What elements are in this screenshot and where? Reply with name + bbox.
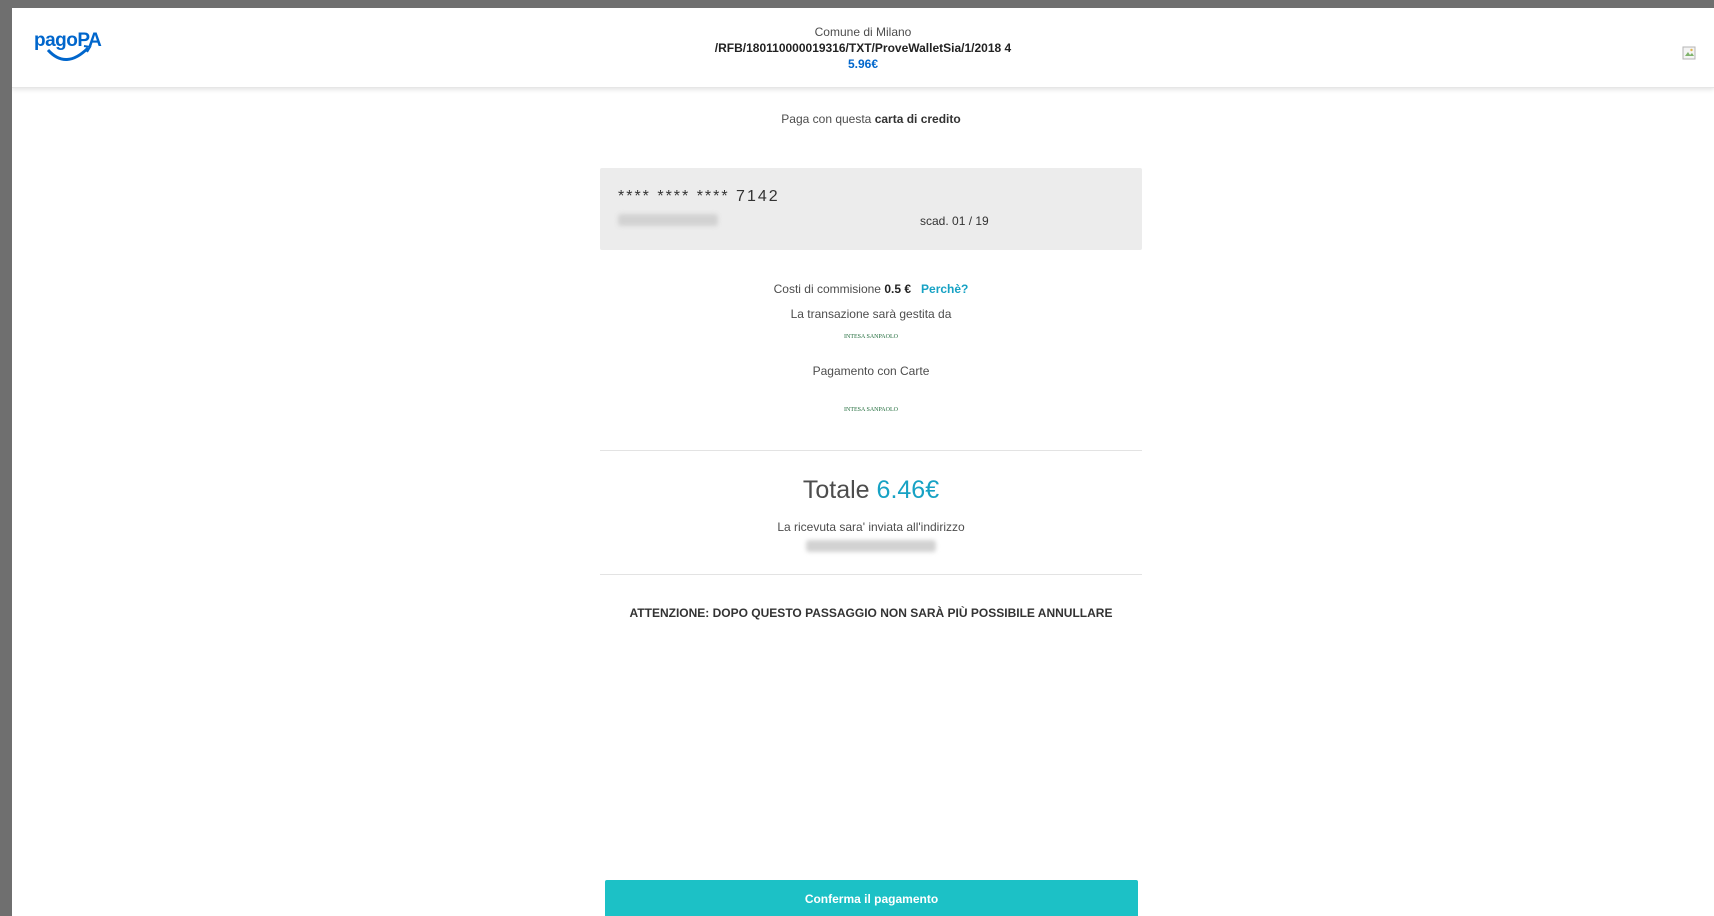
warning-text: ATTENZIONE: DOPO QUESTO PASSAGGIO NON SA… <box>629 606 1113 620</box>
bank-logo: INTESA SANPAOLO <box>844 334 898 340</box>
card-holder-redacted <box>618 214 718 226</box>
header-bar: pagoPA Comune di Milano /RFB/18011000001… <box>12 8 1714 88</box>
notice-amount: 5.96€ <box>847 57 879 71</box>
pay-with-text: Paga con questa carta di credito <box>600 112 1142 126</box>
email-redacted <box>806 540 936 552</box>
receipt-text: La ricevuta sara' inviata all'indirizzo <box>777 520 965 534</box>
fee-line: Costi di commisione 0.5 € Perchè? <box>600 282 1142 296</box>
fee-label: Costi di commisione <box>773 282 885 296</box>
total-amount: 6.46€ <box>876 476 940 504</box>
organization-name: Comune di Milano <box>814 25 912 39</box>
divider <box>600 574 1142 575</box>
credit-card[interactable]: **** **** **** 7142 scad. 01 / 19 <box>600 168 1142 250</box>
payment-method-text: Pagamento con Carte <box>812 364 930 378</box>
payment-page: pagoPA Comune di Milano /RFB/18011000001… <box>6 6 1714 916</box>
bank-logo-secondary: INTESA SANPAOLO <box>844 407 898 413</box>
total-label: Totale <box>802 476 877 504</box>
card-expiry: scad. 01 / 19 <box>920 214 989 228</box>
confirm-payment-button[interactable]: Conferma il pagamento <box>605 880 1138 916</box>
why-link[interactable]: Perchè? <box>921 282 968 296</box>
payment-reference: /RFB/180110000019316/TXT/ProveWalletSia/… <box>714 41 1012 55</box>
total-line: Totale 6.46€ <box>600 476 1142 505</box>
payment-notice-info: Comune di Milano /RFB/180110000019316/TX… <box>12 24 1714 72</box>
broken-image-icon[interactable] <box>1682 46 1696 60</box>
fee-amount: 0.5 € <box>884 282 912 296</box>
card-number: **** **** **** 7142 <box>618 188 780 205</box>
managed-by-text: La transazione sarà gestita da <box>790 307 952 321</box>
divider <box>600 450 1142 451</box>
pay-with-method: carta di credito <box>874 112 961 126</box>
pay-with-prefix: Paga con questa <box>781 112 875 126</box>
